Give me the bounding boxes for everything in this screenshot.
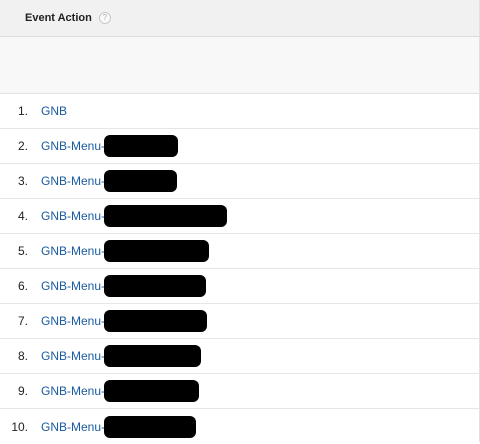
table-row: 7. GNB-Menu- (0, 304, 479, 339)
event-action-link[interactable]: GNB-Menu- (41, 314, 105, 328)
row-index: 8. (17, 349, 28, 363)
redaction-mark (104, 135, 179, 157)
summary-row (0, 37, 479, 94)
table-row: 8. GNB-Menu- (0, 339, 479, 374)
table-body: 1. GNB 2. GNB-Menu- 3. GNB-Menu- 4. GNB-… (0, 94, 479, 444)
column-header-event-action[interactable]: Event Action (25, 12, 92, 24)
row-index: 1. (17, 104, 28, 118)
event-action-link[interactable]: GNB-Menu- (41, 139, 105, 153)
row-index: 3. (17, 174, 28, 188)
table-row: 3. GNB-Menu- (0, 164, 479, 199)
row-index: 2. (17, 139, 28, 153)
event-action-link[interactable]: GNB-Menu- (41, 349, 105, 363)
table-row: 9. GNB-Menu- (0, 374, 479, 409)
event-action-table: Event Action ? 1. GNB 2. GNB-Menu- 3. GN… (0, 0, 480, 442)
row-index: 9. (17, 384, 28, 398)
row-index: 7. (17, 314, 28, 328)
redaction-mark (104, 170, 178, 192)
table-row: 4. GNB-Menu- (0, 199, 479, 234)
redaction-mark (104, 380, 200, 402)
table-header: Event Action ? (0, 0, 479, 37)
event-action-link[interactable]: GNB-Menu- (41, 244, 105, 258)
event-action-link[interactable]: GNB (41, 104, 67, 118)
event-action-link[interactable]: GNB-Menu- (41, 279, 105, 293)
redaction-mark (104, 345, 202, 367)
event-action-link[interactable]: GNB-Menu- (41, 384, 105, 398)
redaction-mark (104, 205, 228, 227)
row-index: 6. (17, 279, 28, 293)
redaction-mark (104, 240, 210, 262)
help-icon[interactable]: ? (98, 12, 111, 24)
redaction-mark (104, 310, 208, 332)
table-row: 10. GNB-Menu- (0, 409, 479, 444)
row-index: 4. (17, 209, 28, 223)
table-row: 1. GNB (0, 94, 479, 129)
table-row: 6. GNB-Menu- (0, 269, 479, 304)
row-index: 5. (17, 244, 28, 258)
event-action-link[interactable]: GNB-Menu- (41, 209, 105, 223)
event-action-link[interactable]: GNB-Menu- (41, 174, 105, 188)
table-row: 2. GNB-Menu- (0, 129, 479, 164)
redaction-mark (104, 415, 197, 438)
event-action-link[interactable]: GNB-Menu- (41, 420, 105, 434)
row-index: 10. (11, 419, 28, 434)
redaction-mark (104, 275, 207, 297)
table-row: 5. GNB-Menu- (0, 234, 479, 269)
